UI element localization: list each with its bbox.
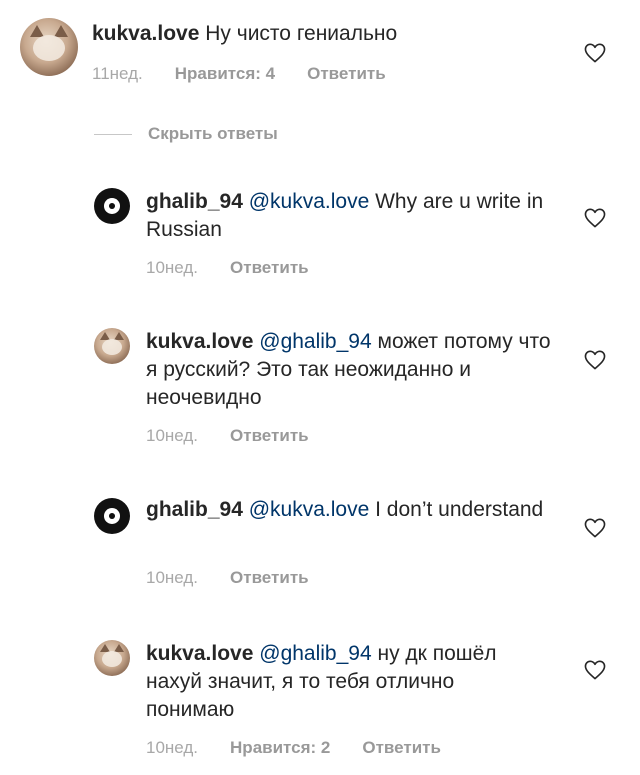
likes-count[interactable]: Нравится: 4 xyxy=(175,64,275,84)
comment-username[interactable]: kukva.love xyxy=(146,642,253,665)
comment-text: kukva.love Ну чисто гениально xyxy=(92,20,562,48)
avatar[interactable] xyxy=(94,328,130,364)
comment-meta: 11нед. Нравится: 4 Ответить xyxy=(92,64,386,84)
reply-button[interactable]: Ответить xyxy=(362,738,441,758)
heart-outline-icon[interactable] xyxy=(584,350,606,370)
reply-button[interactable]: Ответить xyxy=(307,64,386,84)
comment-body: Ну чисто гениально xyxy=(205,22,398,45)
divider xyxy=(94,133,132,135)
reply-item: kukva.love @ghalib_94 может потому что я… xyxy=(0,318,640,458)
avatar[interactable] xyxy=(94,640,130,676)
comment-meta: 10нед. Нравится: 2 Ответить xyxy=(146,738,441,758)
heart-outline-icon[interactable] xyxy=(584,518,606,538)
avatar[interactable] xyxy=(94,188,130,224)
mention-link[interactable]: @kukva.love xyxy=(249,190,370,213)
mention-link[interactable]: @ghalib_94 xyxy=(259,642,371,665)
comment-text: ghalib_94 @kukva.love I don’t understand xyxy=(146,496,546,524)
avatar[interactable] xyxy=(20,18,78,76)
avatar[interactable] xyxy=(94,498,130,534)
comment-text: ghalib_94 @kukva.love Why are u write in… xyxy=(146,188,546,244)
comment-time: 10нед. xyxy=(146,568,199,587)
comment-username[interactable]: ghalib_94 xyxy=(146,498,243,521)
comment-time: 11нед. xyxy=(92,64,143,83)
reply-button[interactable]: Ответить xyxy=(230,426,309,446)
reply-item: ghalib_94 @kukva.love I don’t understand… xyxy=(0,490,640,600)
comment-time: 10нед. xyxy=(146,738,199,757)
reply-item: ghalib_94 @kukva.love Why are u write in… xyxy=(0,180,640,290)
mention-link[interactable]: @kukva.love xyxy=(249,498,370,521)
likes-count[interactable]: Нравится: 2 xyxy=(230,738,330,758)
comment-body: I don’t understand xyxy=(375,498,544,521)
comment-time: 10нед. xyxy=(146,426,199,445)
comment-username[interactable]: ghalib_94 xyxy=(146,190,243,213)
comment-meta: 10нед. Ответить xyxy=(146,258,309,278)
heart-outline-icon[interactable] xyxy=(584,660,606,680)
comment-item: kukva.love Ну чисто гениально 11нед. Нра… xyxy=(0,0,640,110)
reply-button[interactable]: Ответить xyxy=(230,258,309,278)
comment-username[interactable]: kukva.love xyxy=(146,330,253,353)
mention-link[interactable]: @ghalib_94 xyxy=(259,330,371,353)
comment-username[interactable]: kukva.love xyxy=(92,22,199,45)
comment-time: 10нед. xyxy=(146,258,199,277)
comment-text: kukva.love @ghalib_94 может потому что я… xyxy=(146,328,556,412)
reply-button[interactable]: Ответить xyxy=(230,568,309,588)
comment-meta: 10нед. Ответить xyxy=(146,426,309,446)
comment-text: kukva.love @ghalib_94 ну дк пошёл нахуй … xyxy=(146,640,546,724)
hide-replies-button[interactable]: Скрыть ответы xyxy=(94,124,278,144)
hide-replies-label: Скрыть ответы xyxy=(148,124,278,143)
heart-outline-icon[interactable] xyxy=(584,43,606,63)
heart-outline-icon[interactable] xyxy=(584,208,606,228)
comment-meta: 10нед. Ответить xyxy=(146,568,309,588)
reply-item: kukva.love @ghalib_94 ну дк пошёл нахуй … xyxy=(0,630,640,770)
